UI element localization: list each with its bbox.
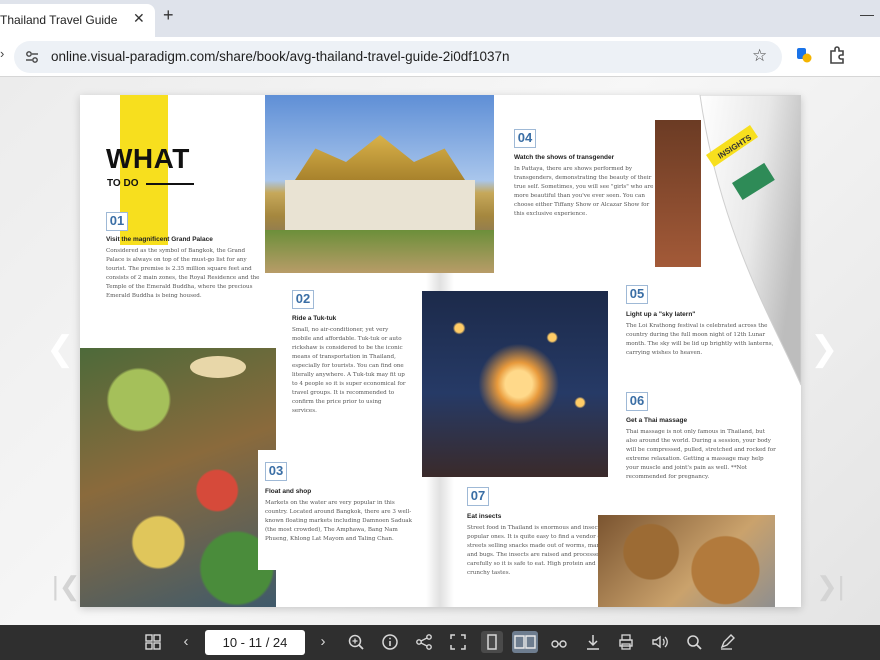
item-number: 01 [106,212,128,231]
fried-insects-photo [598,515,775,607]
next-page-icon[interactable]: › [312,631,334,653]
item-title: Get a Thai massage [626,417,688,424]
next-page-arrow-icon[interactable]: ❯ [810,329,839,369]
sky-lantern-photo [422,291,608,477]
thumbnails-grid-icon[interactable] [142,631,164,653]
close-tab-icon[interactable]: ✕ [133,10,145,27]
site-info-icon[interactable] [24,49,40,65]
zoom-in-icon[interactable] [345,631,367,653]
address-bar: online.visual-paradigm.com/share/book/av… [0,37,880,77]
download-icon[interactable] [582,631,604,653]
new-tab-icon[interactable]: + [163,5,174,26]
open-book-spread[interactable]: WHAT TO DO 01 Visit the magnificent Gran… [80,95,801,607]
page-subheading: TO DO [107,178,139,189]
search-icon[interactable] [683,631,705,653]
item-text: Thai massage is not only famous in Thail… [626,429,776,480]
previous-page-arrow-icon[interactable]: ❮ [46,329,75,369]
floating-market-photo [80,348,276,607]
item-title: Eat insects [467,513,502,520]
share-icon[interactable] [413,631,435,653]
item-title: Ride a Tuk-tuk [292,315,337,322]
bookmark-star-icon[interactable]: ☆ [752,46,767,66]
grand-palace-photo [265,95,494,273]
item-number: 07 [467,487,489,506]
print-icon[interactable] [615,631,637,653]
item-number: 05 [626,285,648,304]
extensions-puzzle-icon[interactable] [828,46,846,64]
item-text: Markets on the water are very popular in… [265,500,412,542]
flipbook-viewer: ❮ ❯ |❮ ❯| WHAT TO DO 01 Visit the magnif… [0,77,880,625]
item-number: 06 [626,392,648,411]
minimize-icon[interactable]: — [860,6,874,22]
last-page-arrow-icon[interactable]: ❯| [816,571,845,602]
item-number: 03 [265,462,287,481]
page-heading: WHAT [106,143,190,174]
viewer-toolbar: ‹ 10 - 11 / 24 › [0,625,880,660]
page-curl[interactable]: INSIGHTS [680,95,801,395]
item-text: Small, no air-conditioner, yet very mobi… [292,327,406,414]
item-number: 02 [292,290,314,309]
reading-glasses-icon[interactable] [548,631,570,653]
sound-icon[interactable] [649,631,671,653]
extension-icon[interactable] [796,47,812,63]
browser-tab[interactable]: Thailand Travel Guide ✕ [0,4,155,37]
back-icon[interactable]: › [0,46,4,61]
item-title: Visit the magnificent Grand Palace [106,236,213,243]
fullscreen-icon[interactable] [447,631,469,653]
page-indicator-input[interactable]: 10 - 11 / 24 [205,630,305,655]
info-icon[interactable] [379,631,401,653]
first-page-arrow-icon[interactable]: |❮ [52,571,81,602]
url-text[interactable]: online.visual-paradigm.com/share/book/av… [51,49,510,64]
item-title: Watch the shows of transgender [514,154,615,161]
annotate-pen-icon[interactable] [716,631,738,653]
item-text: Street food in Thailand is enormous and … [467,525,614,576]
heading-underline [146,183,194,185]
previous-page-icon[interactable]: ‹ [175,631,197,653]
item-text: Considered as the symbol of Bangkok, the… [106,248,260,299]
item-text: In Pattaya, there are shows performed by… [514,166,654,217]
item-title: Float and shop [265,488,312,495]
single-page-view-icon[interactable] [481,631,503,653]
tab-strip: Thailand Travel Guide ✕ + — [0,0,880,37]
double-page-view-icon[interactable] [512,631,538,653]
omnibox[interactable]: online.visual-paradigm.com/share/book/av… [14,41,782,73]
tab-title: Thailand Travel Guide [0,13,118,27]
item-number: 04 [514,129,536,148]
